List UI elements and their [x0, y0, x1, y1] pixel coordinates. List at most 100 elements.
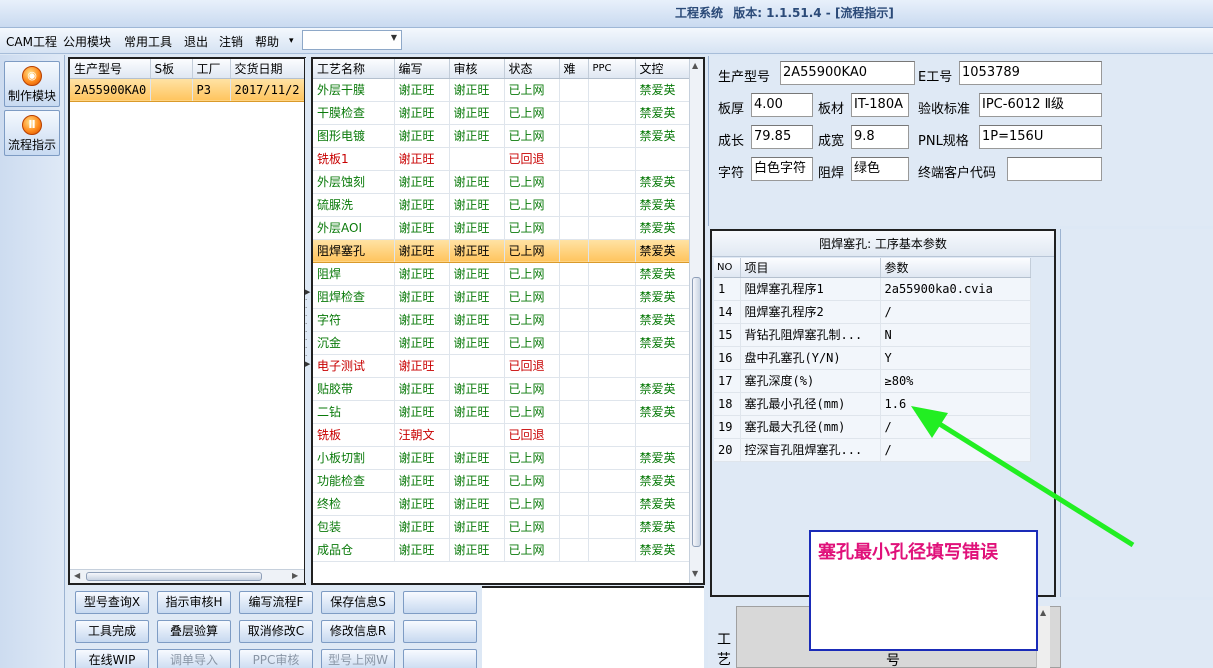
cell-reviewer: 谢正旺: [449, 238, 505, 263]
col-process-name[interactable]: 工艺名称: [313, 59, 395, 79]
process-row[interactable]: 铣板1 谢正旺 已回退: [313, 147, 690, 171]
field-mask[interactable]: 绿色: [851, 157, 909, 181]
process-row[interactable]: 铣板 汪朝文 已回退: [313, 423, 690, 447]
param-row[interactable]: 19 塞孔最大孔径(mm) /: [714, 415, 1031, 439]
param-row[interactable]: 14 阻焊塞孔程序2/: [714, 300, 1031, 324]
col-s-board[interactable]: S板: [150, 59, 193, 79]
action-button[interactable]: 工具完成: [75, 620, 149, 643]
product-hscroll[interactable]: ◀ ▶: [70, 569, 304, 583]
menu-exit[interactable]: 退出: [184, 33, 208, 50]
field-standard[interactable]: IPC-6012 Ⅱ级: [979, 93, 1102, 117]
param-row[interactable]: 20 控深盲孔阻焊塞孔... /: [714, 438, 1031, 462]
label-model: 生产型号: [718, 70, 771, 85]
action-button[interactable]: 型号查询X: [75, 591, 149, 614]
process-row[interactable]: 功能检查 谢正旺 谢正旺 已上网 禁爱英: [313, 469, 690, 493]
process-row[interactable]: 阻焊检查 谢正旺 谢正旺 已上网 禁爱英: [313, 285, 690, 309]
product-row[interactable]: 2A55900KA0 P3 2017/11/2: [70, 77, 304, 102]
action-button[interactable]: 型号上网W: [321, 649, 395, 668]
process-row[interactable]: 小板切割 谢正旺 谢正旺 已上网 禁爱英: [313, 446, 690, 470]
action-button[interactable]: 编写流程F: [239, 591, 313, 614]
param-no: 15: [714, 323, 741, 347]
field-width[interactable]: 9.8: [851, 125, 909, 149]
scroll-up-icon[interactable]: ▲: [1040, 608, 1046, 617]
splitter-grip-icon[interactable]: ▶ · · · · · · · · ▶: [305, 288, 310, 368]
process-vscroll[interactable]: ▲ ▼: [689, 59, 703, 583]
field-material[interactable]: IT-180A: [851, 93, 909, 117]
process-row[interactable]: 字符 谢正旺 谢正旺 已上网 禁爱英: [313, 308, 690, 332]
col-difficulty[interactable]: 难: [559, 59, 589, 79]
action-button[interactable]: 叠层验算: [157, 620, 231, 643]
blank-button[interactable]: [403, 649, 477, 668]
field-thickness[interactable]: 4.00: [751, 93, 813, 117]
field-customer[interactable]: [1007, 157, 1102, 181]
toolbar-combo[interactable]: ▼: [302, 30, 402, 50]
process-row[interactable]: 二钻 谢正旺 谢正旺 已上网 禁爱英: [313, 400, 690, 424]
col-model[interactable]: 生产型号: [70, 59, 151, 79]
col-status[interactable]: 状态: [504, 59, 560, 79]
menu-logout[interactable]: 注销: [219, 33, 243, 50]
nav-flow-indicator[interactable]: Ⅱ 流程指示: [4, 110, 60, 156]
process-row[interactable]: 图形电镀 谢正旺 谢正旺 已上网 禁爱英: [313, 124, 690, 148]
menu-cam[interactable]: CAM工程: [6, 33, 57, 50]
scroll-thumb[interactable]: [86, 572, 262, 581]
scroll-thumb[interactable]: [692, 277, 701, 547]
cell-process-name: 功能检查: [313, 469, 395, 493]
col-factory[interactable]: 工厂: [192, 59, 231, 79]
process-row[interactable]: 成品仓 谢正旺 谢正旺 已上网 禁爱英: [313, 538, 690, 562]
process-row[interactable]: 外层蚀刻 谢正旺 谢正旺 已上网 禁爱英: [313, 170, 690, 194]
action-button[interactable]: PPC审核: [239, 649, 313, 668]
label-pnl: PNL规格: [918, 134, 969, 149]
process-row[interactable]: 阻焊 谢正旺 谢正旺 已上网 禁爱英: [313, 262, 690, 286]
process-row[interactable]: 包装 谢正旺 谢正旺 已上网 禁爱英: [313, 515, 690, 539]
field-length[interactable]: 79.85: [751, 125, 813, 149]
field-e-no[interactable]: 1053789: [959, 61, 1102, 85]
field-pnl[interactable]: 1P=156U: [979, 125, 1102, 149]
scroll-down-icon[interactable]: ▼: [692, 569, 698, 578]
cell-ppc: [588, 216, 636, 240]
param-row[interactable]: 17 塞孔深度(%) ≥80%: [714, 369, 1031, 393]
param-row[interactable]: 18 塞孔最小孔径(mm) 1.6: [714, 392, 1031, 416]
field-char[interactable]: 白色字符: [751, 157, 813, 181]
action-button[interactable]: 取消修改C: [239, 620, 313, 643]
param-row[interactable]: 1 阻焊塞孔程序1 2a55900ka0.cvia: [714, 277, 1031, 301]
cell-reviewer: 谢正旺: [449, 124, 505, 148]
process-row[interactable]: 沉金 谢正旺 谢正旺 已上网 禁爱英: [313, 331, 690, 355]
process-row[interactable]: 硫脲洗 谢正旺 谢正旺 已上网 禁爱英: [313, 193, 690, 217]
param-row[interactable]: 16 盘中孔塞孔(Y/N) Y: [714, 346, 1031, 370]
process-row[interactable]: 贴胶带 谢正旺 谢正旺 已上网 禁爱英: [313, 377, 690, 401]
process-row[interactable]: 电子测试 谢正旺 已回退: [313, 354, 690, 378]
col-param[interactable]: 参数: [880, 258, 1031, 278]
process-row[interactable]: 阻焊塞孔 谢正旺 谢正旺 已上网 禁爱英: [313, 238, 690, 263]
process-row[interactable]: 外层AOI 谢正旺 谢正旺 已上网 禁爱英: [313, 216, 690, 240]
col-writer[interactable]: 编写: [394, 59, 450, 79]
action-button[interactable]: 指示审核H: [157, 591, 231, 614]
action-button[interactable]: 保存信息S: [321, 591, 395, 614]
scroll-right-icon[interactable]: ▶: [292, 571, 298, 580]
param-item: 塞孔最小孔径(mm): [740, 392, 881, 416]
col-delivery-date[interactable]: 交货日期: [230, 59, 304, 79]
menu-common-module[interactable]: 公用模块: [63, 33, 111, 50]
detail-vscroll[interactable]: ▲: [1036, 606, 1050, 668]
col-ppc[interactable]: PPC: [588, 59, 636, 79]
process-row[interactable]: 干膜检查 谢正旺 谢正旺 已上网 禁爱英: [313, 101, 690, 125]
scroll-left-icon[interactable]: ◀: [74, 571, 80, 580]
help-dropdown-icon[interactable]: ▾: [289, 36, 294, 46]
scroll-up-icon[interactable]: ▲: [692, 61, 698, 70]
col-no[interactable]: NO: [714, 258, 741, 278]
process-row[interactable]: 终检 谢正旺 谢正旺 已上网 禁爱英: [313, 492, 690, 516]
blank-button[interactable]: [403, 620, 477, 643]
col-item[interactable]: 项目: [740, 258, 881, 278]
col-reviewer[interactable]: 审核: [449, 59, 505, 79]
nav-make-module[interactable]: ◉ 制作模块: [4, 61, 60, 107]
combo-arrow-icon[interactable]: ▼: [391, 33, 397, 42]
blank-button[interactable]: [403, 591, 477, 614]
param-row[interactable]: 15 背钻孔阻焊塞孔制... N: [714, 323, 1031, 347]
action-button[interactable]: 在线WIP: [75, 649, 149, 668]
process-row[interactable]: 外层干膜 谢正旺 谢正旺 已上网 禁爱英: [313, 78, 690, 102]
field-model[interactable]: 2A55900KA0: [780, 61, 915, 85]
menu-tools[interactable]: 常用工具: [124, 33, 172, 50]
action-button[interactable]: 修改信息R: [321, 620, 395, 643]
col-doc-control[interactable]: 文控: [635, 59, 690, 79]
action-button[interactable]: 调单导入: [157, 649, 231, 668]
menu-help[interactable]: 帮助: [255, 33, 279, 50]
